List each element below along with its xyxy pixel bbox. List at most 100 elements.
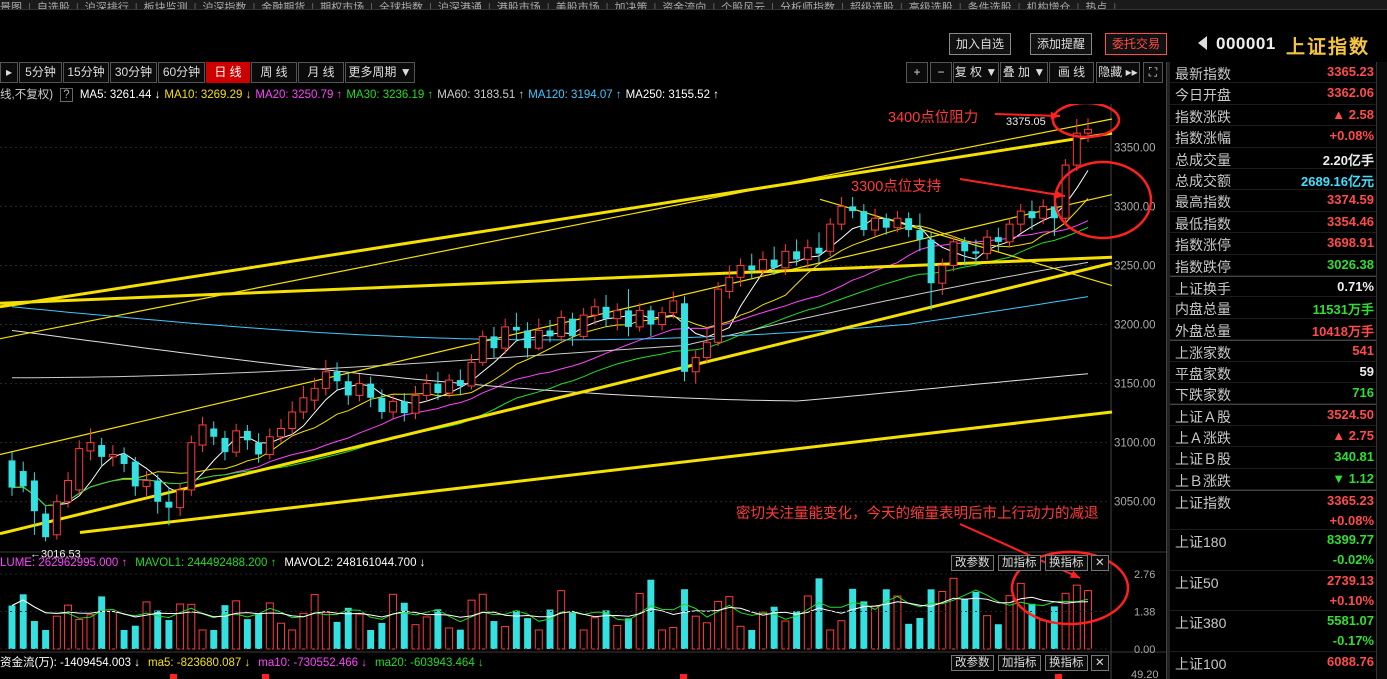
candle-body xyxy=(98,445,106,457)
chart-tool-button[interactable]: 复 权 ▼ xyxy=(953,62,999,83)
candle-body xyxy=(725,276,734,292)
index-quote-value: 8399.77 xyxy=(1327,532,1374,548)
index-name: 上证指数 xyxy=(1286,37,1371,58)
fund-close-icon[interactable]: ✕ xyxy=(1091,655,1109,671)
volume-bar xyxy=(927,589,935,649)
volume-bar xyxy=(860,601,868,649)
index-quote-label: 上证180 xyxy=(1175,534,1227,551)
candle-body xyxy=(1072,132,1081,166)
volume-bar xyxy=(400,602,408,649)
index-quote-row[interactable]: 上证指数 3365.23 +0.08% xyxy=(1170,490,1376,531)
volume-bar xyxy=(714,600,723,650)
prev-period-icon[interactable]: ▸ xyxy=(0,62,18,83)
period-button[interactable]: 60分钟 xyxy=(158,62,205,83)
add-alert-button[interactable]: 添加提醒 xyxy=(1030,33,1093,55)
volume-bar xyxy=(815,578,823,649)
index-quote-label: 上证100 xyxy=(1175,655,1227,672)
volume-legend: LUME: 262962995.000 ↑ MAVOL1: 244492488.2… xyxy=(0,555,433,571)
chart-tool-button[interactable]: − xyxy=(930,62,952,83)
period-button[interactable]: 更多周期 ▼ xyxy=(345,62,415,83)
y-tick-label: 3050.00 xyxy=(1114,497,1156,509)
period-button[interactable]: 15分钟 xyxy=(63,62,109,83)
index-quote-row[interactable]: 上证380 5581.07 -0.17% xyxy=(1170,611,1376,652)
period-button[interactable]: 日 线 xyxy=(206,62,250,83)
volume-add-indicator-button[interactable]: 加指标 xyxy=(998,555,1041,571)
fund-params-button[interactable]: 改参数 xyxy=(951,655,994,671)
quote-label: 下跌家数 xyxy=(1175,387,1231,403)
candle-body xyxy=(367,383,375,398)
volume-bar xyxy=(546,609,554,649)
ma-info-bar: 线,不复权) ? MA5: 3261.44 ↓ MA10: 3269.29 ↓ MA… xyxy=(0,86,1166,104)
annotation-support: 3300点位支持 xyxy=(851,179,942,195)
chart-tool-button[interactable]: 画 线 xyxy=(1049,62,1094,83)
quote-row: 上涨家数 541 xyxy=(1170,340,1376,362)
chart-tool-button[interactable]: 隐藏 ▸▸ xyxy=(1096,62,1140,83)
candle-body xyxy=(714,288,723,343)
quote-row: 总成交额 2689.16亿元 xyxy=(1170,169,1376,191)
quote-label: 外盘总量 xyxy=(1175,322,1231,339)
period-button[interactable]: 5分钟 xyxy=(19,62,62,83)
candle-body xyxy=(1028,211,1036,219)
right-scrollbar[interactable] xyxy=(1376,62,1387,679)
quote-label: 指数涨停 xyxy=(1175,237,1231,254)
volume-bar xyxy=(568,612,576,649)
index-quote-row[interactable]: 上证100 6088.76 xyxy=(1170,652,1376,679)
candle-body xyxy=(120,454,128,464)
candle-body xyxy=(321,371,330,389)
y-tick-label: 3150.00 xyxy=(1114,379,1156,391)
quote-value: 11531万手 xyxy=(1312,302,1374,318)
candle-body xyxy=(882,218,890,228)
volume-bar xyxy=(321,611,330,650)
volume-bar xyxy=(288,629,297,650)
chart-tool-button[interactable]: 叠 加 ▼ xyxy=(1000,62,1048,83)
volume-bar xyxy=(916,617,924,649)
candle-body xyxy=(131,461,139,487)
period-button[interactable]: 月 线 xyxy=(298,62,344,83)
stock-app-window: { "top_menu": ["景图","自选股","沪深排行","板块监测",… xyxy=(0,0,1387,679)
quote-row: 最低指数 3354.46 xyxy=(1170,212,1376,234)
kline-chart[interactable]: 3050.003100.003150.003200.003250.003300.… xyxy=(0,104,1166,679)
chart-tool-button[interactable]: + xyxy=(906,62,928,83)
period-button[interactable]: 周 线 xyxy=(251,62,297,83)
back-arrow-icon[interactable] xyxy=(1198,36,1207,50)
fund-flow-legend: 资金流(万): -1409454.003 ↓ ma5: -823680.087 ↓… xyxy=(0,655,492,671)
volume-bar xyxy=(456,629,464,649)
volume-bar xyxy=(75,618,84,650)
volume-params-button[interactable]: 改参数 xyxy=(951,555,994,571)
help-icon[interactable]: ? xyxy=(60,88,73,102)
volume-bar xyxy=(389,593,398,650)
fullscreen-icon[interactable]: ⛶ xyxy=(1143,62,1163,83)
fund-add-indicator-button[interactable]: 加指标 xyxy=(998,655,1041,671)
candle-body xyxy=(154,480,162,502)
volume-bar xyxy=(176,603,185,650)
candle-body xyxy=(927,239,935,284)
volume-bar xyxy=(422,616,431,650)
quote-value: 716 xyxy=(1352,385,1374,400)
ma-value: MA60: 3183.51 ↑ xyxy=(437,89,525,101)
quote-label: 指数涨跌 xyxy=(1175,108,1231,125)
volume-bar xyxy=(434,609,442,649)
volume-close-icon[interactable]: ✕ xyxy=(1091,555,1109,571)
volume-switch-indicator-button[interactable]: 换指标 xyxy=(1045,555,1088,571)
volume-bar xyxy=(445,627,454,650)
candle-body xyxy=(702,341,711,359)
volume-bar xyxy=(893,595,902,650)
candle-body xyxy=(893,217,902,229)
volume-bar xyxy=(478,593,487,650)
index-quote-row[interactable]: 上证50 2739.13 +0.10% xyxy=(1170,571,1376,612)
order-trade-button[interactable]: 委托交易 xyxy=(1105,33,1168,55)
quote-value: 2.20亿手 xyxy=(1322,152,1374,168)
candle-body xyxy=(210,428,218,437)
add-to-watchlist-button[interactable]: 加入自选 xyxy=(949,33,1012,55)
ma-value: MA120: 3194.07 ↑ xyxy=(528,89,622,101)
volume-bar xyxy=(221,605,229,649)
volume-bar xyxy=(758,611,767,650)
volume-bar xyxy=(635,592,644,650)
volume-bar xyxy=(255,613,263,649)
fund-switch-indicator-button[interactable]: 换指标 xyxy=(1045,655,1088,671)
index-quote-row[interactable]: 上证180 8399.77 -0.02% xyxy=(1170,530,1376,571)
volume-bar xyxy=(579,629,588,650)
candle-body xyxy=(972,251,980,254)
candle-body xyxy=(299,397,308,413)
period-button[interactable]: 30分钟 xyxy=(110,62,157,83)
